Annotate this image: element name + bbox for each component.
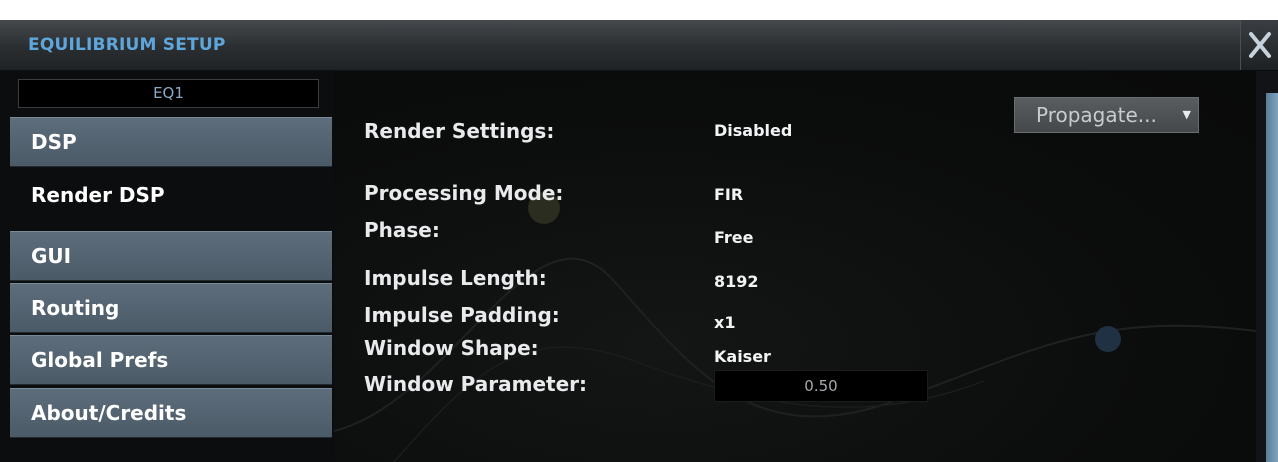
sidebar-item-label: DSP xyxy=(31,130,77,154)
impulse-length-label: Impulse Length: xyxy=(364,266,547,290)
window-title: EQUILIBRIUM SETUP xyxy=(28,35,226,55)
sidebar-item-gui[interactable]: GUI xyxy=(10,231,332,281)
sidebar-item-dsp[interactable]: DSP xyxy=(10,117,332,167)
sidebar: EQ1 DSP Render DSP GUI Routing Global Pr… xyxy=(0,71,333,462)
sidebar-item-label: GUI xyxy=(31,244,72,268)
render-settings-value[interactable]: Disabled xyxy=(714,121,792,140)
processing-mode-value[interactable]: FIR xyxy=(714,185,743,204)
setup-window: EQUILIBRIUM SETUP EQ1 DSP Render DSP GUI… xyxy=(0,20,1278,462)
scrollbar-thumb[interactable] xyxy=(1266,93,1278,462)
impulse-length-value[interactable]: 8192 xyxy=(714,272,759,291)
propagate-label: Propagate... xyxy=(1036,103,1157,127)
scrollbar[interactable] xyxy=(1256,71,1278,462)
window-shape-label: Window Shape: xyxy=(364,336,539,360)
phase-label: Phase: xyxy=(364,218,440,242)
impulse-padding-value[interactable]: x1 xyxy=(714,313,735,332)
phase-value[interactable]: Free xyxy=(714,228,754,247)
sidebar-item-about-credits[interactable]: About/Credits xyxy=(10,388,332,438)
sidebar-item-global-prefs[interactable]: Global Prefs xyxy=(10,335,332,385)
sidebar-item-label: Render DSP xyxy=(31,183,165,207)
sidebar-item-render-dsp[interactable]: Render DSP xyxy=(10,170,332,220)
preset-name-field[interactable]: EQ1 xyxy=(18,79,319,108)
sidebar-item-label: About/Credits xyxy=(31,401,187,425)
window-shape-value[interactable]: Kaiser xyxy=(714,347,771,366)
title-bar: EQUILIBRIUM SETUP xyxy=(0,20,1240,71)
impulse-padding-label: Impulse Padding: xyxy=(364,303,560,327)
render-settings-label: Render Settings: xyxy=(364,119,555,143)
close-icon xyxy=(1249,32,1271,58)
dropdown-arrow-icon: ▼ xyxy=(1182,108,1191,121)
window-parameter-label: Window Parameter: xyxy=(364,372,588,396)
render-dsp-panel: Render Settings: Disabled Propagate... ▼… xyxy=(334,71,1256,462)
processing-mode-label: Processing Mode: xyxy=(364,181,564,205)
sidebar-item-label: Routing xyxy=(31,296,120,320)
sidebar-item-routing[interactable]: Routing xyxy=(10,283,332,333)
sidebar-item-label: Global Prefs xyxy=(31,348,169,372)
close-button[interactable] xyxy=(1240,20,1278,70)
window-parameter-field[interactable]: 0.50 xyxy=(714,370,928,402)
propagate-dropdown[interactable]: Propagate... ▼ xyxy=(1014,97,1199,133)
